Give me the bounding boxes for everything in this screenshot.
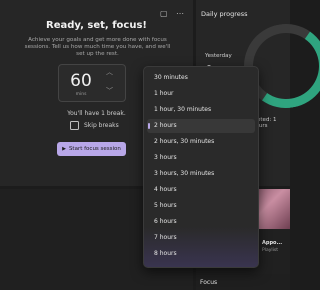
skip-breaks-label: Skip breaks [84, 122, 119, 129]
duration-option[interactable]: 30 minutes [147, 71, 255, 85]
duration-option[interactable]: 4 hours [147, 183, 255, 197]
minutes-value[interactable]: 60 [59, 71, 103, 91]
window-icon[interactable]: ▢ [160, 9, 168, 18]
daily-progress-title: Daily progress [201, 10, 248, 18]
duration-option-selected[interactable]: 2 hours [147, 119, 255, 133]
checkbox-box[interactable] [70, 121, 79, 130]
duration-option[interactable]: 5 hours [147, 199, 255, 213]
decrease-chevron-down-icon[interactable]: ﹀ [106, 86, 113, 96]
duration-option[interactable]: 1 hour [147, 87, 255, 101]
focus-footer-label: Focus [200, 279, 218, 286]
duration-option[interactable]: 3 hours [147, 151, 255, 165]
duration-option[interactable]: 6 hours [147, 215, 255, 229]
playlist-artwork[interactable] [254, 189, 290, 229]
minutes-stepper[interactable]: 60 mins ︿ ﹀ [58, 64, 126, 102]
duration-dropdown[interactable]: 30 minutes 1 hour 1 hour, 30 minutes 2 h… [143, 66, 259, 268]
duration-option[interactable]: 2 hours, 30 minutes [147, 135, 255, 149]
yesterday-label: Yesterday [205, 53, 232, 59]
more-options-icon[interactable]: ⋯ [176, 9, 184, 18]
increase-chevron-up-icon[interactable]: ︿ [106, 67, 113, 77]
playlist-title: Appo... [262, 240, 283, 246]
playlist-subtitle: Playlist [262, 248, 278, 253]
focus-subtitle: Achieve your goals and get more done wit… [24, 37, 171, 57]
duration-option[interactable]: 8 hours [147, 247, 255, 261]
duration-option[interactable]: 7 hours [147, 231, 255, 245]
start-button-label: Start focus session [68, 146, 121, 152]
skip-breaks-checkbox[interactable]: Skip breaks [70, 121, 119, 131]
start-focus-session-button[interactable]: ▶ Start focus session [57, 142, 126, 156]
duration-option[interactable]: 3 hours, 30 minutes [147, 167, 255, 181]
play-icon: ▶ [62, 146, 66, 152]
duration-option[interactable]: 1 hour, 30 minutes [147, 103, 255, 117]
minutes-unit: mins [75, 92, 87, 97]
focus-title: Ready, set, focus! [46, 20, 147, 31]
